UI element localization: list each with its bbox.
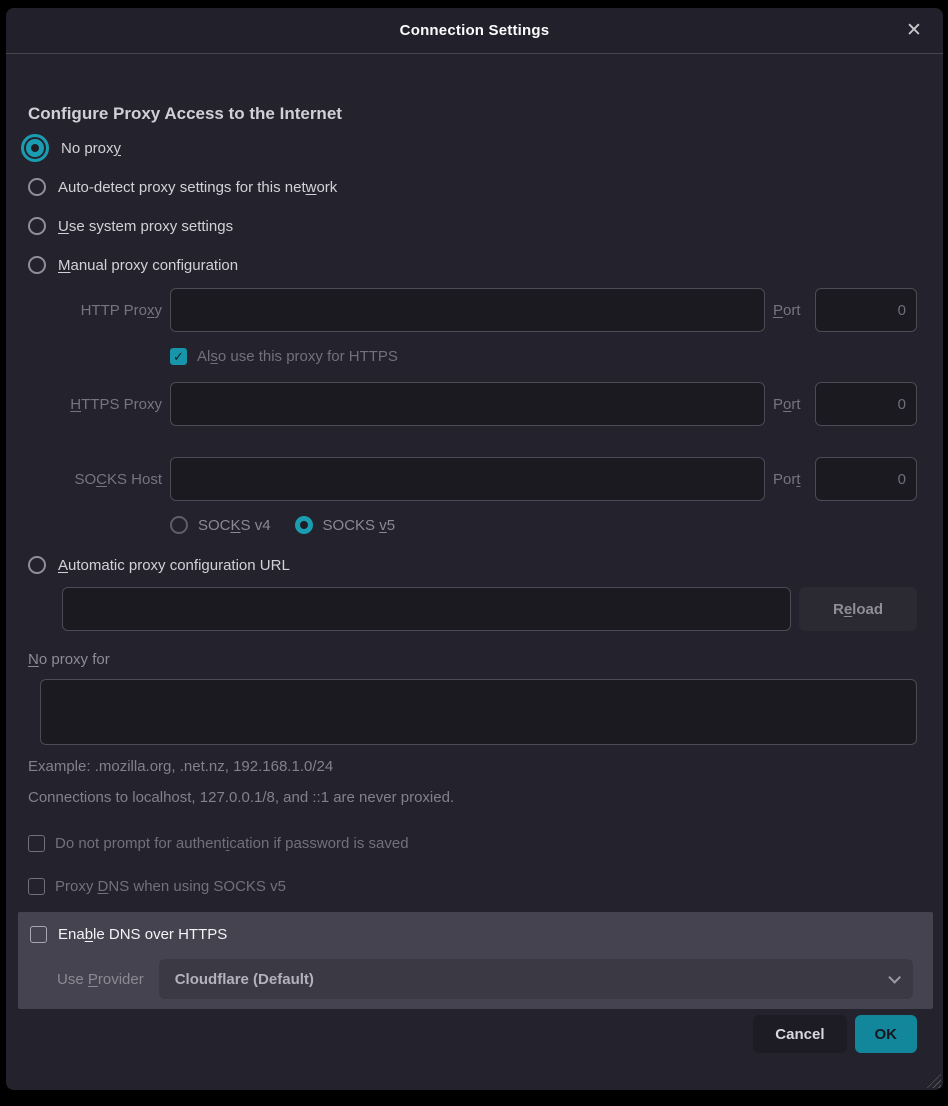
share-proxy-label: Also use this proxy for HTTPS	[197, 348, 398, 365]
cancel-button[interactable]: Cancel	[753, 1015, 846, 1053]
radio-no-proxy-label: No proxy	[61, 140, 121, 157]
share-proxy-checkbox-row[interactable]: ✓ Also use this proxy for HTTPS	[170, 348, 917, 365]
checkbox-icon: ✓	[28, 878, 45, 895]
radio-icon	[28, 217, 46, 235]
no-proxy-note-text: Connections to localhost, 127.0.0.1/8, a…	[28, 789, 917, 806]
https-proxy-label: HTTPS Proxy	[28, 396, 162, 413]
enable-doh-checkbox-row[interactable]: ✓ Enable DNS over HTTPS	[30, 923, 913, 945]
radio-socks-v4[interactable]: SOCKS v4	[170, 516, 271, 534]
enable-doh-label: Enable DNS over HTTPS	[58, 926, 227, 943]
chevron-down-icon	[888, 971, 901, 984]
http-port-label: Port	[773, 302, 807, 319]
doh-section: ✓ Enable DNS over HTTPS Use Provider Clo…	[18, 912, 933, 1009]
socks-host-row: SOCKS Host Port	[28, 457, 917, 501]
reload-button[interactable]: Reload	[799, 587, 917, 631]
proxy-dns-label: Proxy DNS when using SOCKS v5	[55, 878, 286, 895]
radio-icon-selected	[295, 516, 313, 534]
no-proxy-example-text: Example: .mozilla.org, .net.nz, 192.168.…	[28, 758, 917, 775]
proxy-dns-checkbox-row[interactable]: ✓ Proxy DNS when using SOCKS v5	[28, 878, 917, 895]
no-auth-prompt-label: Do not prompt for authentication if pass…	[55, 835, 409, 852]
socks-port-input[interactable]	[815, 457, 917, 501]
radio-manual-label: Manual proxy configuration	[58, 257, 238, 274]
doh-provider-row: Use Provider Cloudflare (Default)	[57, 959, 913, 999]
radio-autoproxy[interactable]: Automatic proxy configuration URL	[28, 550, 917, 580]
radio-auto-detect[interactable]: Auto-detect proxy settings for this netw…	[28, 172, 917, 202]
https-proxy-input[interactable]	[170, 382, 765, 426]
ok-button[interactable]: OK	[855, 1015, 918, 1053]
use-provider-label: Use Provider	[57, 971, 144, 988]
checkbox-icon: ✓	[30, 926, 47, 943]
https-port-input[interactable]	[815, 382, 917, 426]
http-proxy-label: HTTP Proxy	[28, 302, 162, 319]
autoproxy-url-row: Reload	[62, 587, 917, 631]
radio-socks-v5-label: SOCKS v5	[323, 517, 396, 534]
autoproxy-url-input[interactable]	[62, 587, 791, 631]
https-port-label: Port	[773, 396, 807, 413]
radio-no-proxy[interactable]: No proxy	[28, 133, 917, 163]
doh-provider-dropdown[interactable]: Cloudflare (Default)	[159, 959, 913, 999]
close-icon[interactable]: ✕	[899, 16, 929, 46]
radio-use-system[interactable]: Use system proxy settings	[28, 211, 917, 241]
socks-version-row: SOCKS v4 SOCKS v5	[170, 514, 917, 536]
radio-autoproxy-label: Automatic proxy configuration URL	[58, 557, 290, 574]
radio-socks-v4-label: SOCKS v4	[198, 517, 271, 534]
radio-icon	[28, 178, 46, 196]
resize-grip[interactable]	[926, 1073, 941, 1088]
radio-icon	[28, 256, 46, 274]
http-port-input[interactable]	[815, 288, 917, 332]
no-proxy-for-textarea[interactable]	[40, 679, 917, 745]
radio-focus-ring	[21, 134, 49, 162]
socks-host-label: SOCKS Host	[28, 471, 162, 488]
no-proxy-for-label: No proxy for	[28, 651, 917, 668]
dialog-title: Connection Settings	[400, 22, 550, 39]
socks-port-label: Port	[773, 471, 807, 488]
https-proxy-row: HTTPS Proxy Port	[28, 382, 917, 426]
no-auth-prompt-checkbox-row[interactable]: ✓ Do not prompt for authentication if pa…	[28, 835, 917, 852]
radio-use-system-label: Use system proxy settings	[58, 218, 233, 235]
page-title: Configure Proxy Access to the Internet	[28, 104, 917, 124]
check-icon: ✓	[173, 350, 184, 363]
dialog-footer: Cancel OK	[28, 1015, 917, 1053]
doh-provider-value: Cloudflare (Default)	[175, 971, 314, 988]
radio-auto-detect-label: Auto-detect proxy settings for this netw…	[58, 179, 337, 196]
radio-icon	[28, 556, 46, 574]
dialog-content: Configure Proxy Access to the Internet N…	[6, 104, 943, 1053]
radio-socks-v5[interactable]: SOCKS v5	[295, 516, 396, 534]
checkbox-checked-icon: ✓	[170, 348, 187, 365]
http-proxy-input[interactable]	[170, 288, 765, 332]
checkbox-icon: ✓	[28, 835, 45, 852]
radio-icon-selected	[26, 139, 44, 157]
radio-manual[interactable]: Manual proxy configuration	[28, 250, 917, 280]
http-proxy-row: HTTP Proxy Port	[28, 288, 917, 332]
socks-host-input[interactable]	[170, 457, 765, 501]
radio-icon	[170, 516, 188, 534]
dialog-titlebar: Connection Settings ✕	[6, 8, 943, 54]
connection-settings-dialog: Connection Settings ✕ Configure Proxy Ac…	[6, 8, 943, 1090]
